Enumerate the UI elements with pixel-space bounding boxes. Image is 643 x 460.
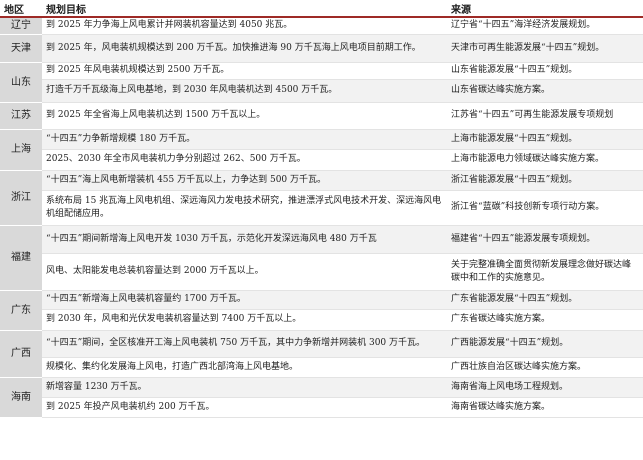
region-cell: 广东 [0,290,42,331]
region-cell: 天津 [0,34,42,63]
goal-cell: 到 2025 年全省海上风电装机达到 1500 万千瓦以上。 [42,102,447,130]
table-row: 打造千万千瓦级海上风电基地，到 2030 年风电装机达到 4500 万千瓦。 山东… [0,79,643,103]
table-row: 福建 “十四五”期间新增海上风电开发 1030 万千瓦，示范化开发深远海风电 48… [0,225,643,291]
goal-cell: 规模化、集约化发展海上风电，打造广西北部湾海上风电基地。 [42,357,447,378]
source-cell: 广东省能源发展“十四五”规划。 [447,290,643,310]
region-cell: 山东 [0,62,42,103]
source-cell: 关于完整准确全面贯彻新发展理念做好碳达峰碳中和工作的实施意见。 [447,253,643,291]
header-source: 来源 [447,0,643,18]
goal-cell: “十四五”期间新增海上风电开发 1030 万千瓦，示范化开发深远海风电 480 … [42,225,447,254]
region-cell: 海南 [0,377,42,418]
header-row: 地区 规划目标 来源 [0,0,643,18]
table-row: 山东到 2025 年风电装机规模达到 2500 万千瓦。 山东省能源发展“十四五”… [0,62,643,103]
goal-cell: 风电、太阳能发电总装机容量达到 2000 万千瓦以上。 [42,253,447,291]
source-cell: 山东省碳达峰实施方案。 [447,79,643,103]
table-row: 辽宁到 2025 年力争海上风电累计并网装机容量达到 4050 兆瓦。 辽宁省“十… [0,17,643,35]
source-cell: 山东省能源发展“十四五”规划。 [447,62,643,80]
source-cell: 浙江省“蓝碳”科技创新专项行动方案。 [447,190,643,226]
table-body: 辽宁到 2025 年力争海上风电累计并网装机容量达到 4050 兆瓦。 辽宁省“十… [0,17,643,418]
table-row: 海南 新增容量 1230 万千瓦。 海南省海上风电场工程规划。 [0,377,643,418]
table-row: 浙江 “十四五”海上风电新增装机 455 万千瓦以上，力争达到 500 万千瓦。浙… [0,170,643,226]
table-row: 系统布局 15 兆瓦海上风电机组、深远海风力发电技术研究，推进漂浮式风电技术开发… [0,190,643,226]
goal-cell: “十四五”期间，全区核准开工海上风电装机 750 万千瓦，其中力争新增并网装机 … [42,330,447,358]
region-cell: 广西 [0,330,42,378]
header-goal: 规划目标 [42,0,447,18]
table-row: 上海 “十四五”力争新增规模 180 万千瓦。 上海市能源发展“十四五”规划。 [0,129,643,171]
source-cell: 广东省碳达峰实施方案。 [447,309,643,331]
region-cell: 福建 [0,225,42,291]
table-header: 地区 规划目标 来源 [0,0,643,18]
table-row: 到 2025 年投产风电装机约 200 万千瓦。 海南省碳达峰实施方案。 [0,397,643,418]
goal-cell: 到 2025 年投产风电装机约 200 万千瓦。 [42,397,447,418]
table-row: 到 2030 年，风电和光伏发电装机容量达到 7400 万千瓦以上。 广东省碳达峰… [0,309,643,331]
goal-cell: “十四五”力争新增规模 180 万千瓦。 [42,129,447,150]
goal-cell: 打造千万千瓦级海上风电基地，到 2030 年风电装机达到 4500 万千瓦。 [42,79,447,103]
goal-cell: 到 2030 年，风电和光伏发电装机容量达到 7400 万千瓦以上。 [42,309,447,331]
table-row: 规模化、集约化发展海上风电，打造广西北部湾海上风电基地。 广西壮族自治区碳达峰实施… [0,357,643,378]
goal-cell: 新增容量 1230 万千瓦。 [42,377,447,398]
source-cell: 海南省碳达峰实施方案。 [447,397,643,418]
source-cell: 上海市能源发展“十四五”规划。 [447,129,643,150]
goal-cell: 到 2025 年风电装机规模达到 2500 万千瓦。 [42,62,447,80]
source-cell: 辽宁省“十四五”海洋经济发展规划。 [447,17,643,35]
source-cell: 江苏省“十四五”可再生能源发展专项规划 [447,102,643,130]
table-row: 天津到 2025 年，风电装机规模达到 200 万千瓦。加快推进海 90 万千瓦… [0,34,643,63]
table-row: 江苏到 2025 年全省海上风电装机达到 1500 万千瓦以上。 江苏省“十四五”… [0,102,643,130]
goal-cell: “十四五”海上风电新增装机 455 万千瓦以上，力争达到 500 万千瓦。 [42,170,447,191]
region-cell: 浙江 [0,170,42,226]
region-cell: 江苏 [0,102,42,130]
goal-cell: 系统布局 15 兆瓦海上风电机组、深远海风力发电技术研究，推进漂浮式风电技术开发… [42,190,447,226]
goal-cell: “十四五”新增海上风电装机容量约 1700 万千瓦。 [42,290,447,310]
table-row: 风电、太阳能发电总装机容量达到 2000 万千瓦以上。 关于完整准确全面贯彻新发展… [0,253,643,291]
wind-policy-table: 地区 规划目标 来源 辽宁到 2025 年力争海上风电累计并网装机容量达到 40… [0,0,643,418]
source-cell: 广西壮族自治区碳达峰实施方案。 [447,357,643,378]
table-row: 广西 “十四五”期间，全区核准开工海上风电装机 750 万千瓦，其中力争新增并网装… [0,330,643,378]
source-cell: 海南省海上风电场工程规划。 [447,377,643,398]
source-cell: 上海市能源电力领域碳达峰实施方案。 [447,149,643,171]
source-cell: 广西能源发展“十四五”规划。 [447,330,643,358]
source-cell: 天津市可再生能源发展“十四五”规划。 [447,34,643,63]
goal-cell: 到 2025 年，风电装机规模达到 200 万千瓦。加快推进海 90 万千瓦海上… [42,34,447,63]
source-cell: 福建省“十四五”能源发展专项规划。 [447,225,643,254]
region-cell: 辽宁 [0,17,42,35]
source-cell: 浙江省能源发展“十四五”规划。 [447,170,643,191]
region-cell: 上海 [0,129,42,171]
header-region: 地区 [0,0,42,18]
goal-cell: 2025、2030 年全市风电装机力争分别超过 262、500 万千瓦。 [42,149,447,171]
table-row: 2025、2030 年全市风电装机力争分别超过 262、500 万千瓦。 上海市能… [0,149,643,171]
goal-cell: 到 2025 年力争海上风电累计并网装机容量达到 4050 兆瓦。 [42,17,447,35]
table-row: 广东 “十四五”新增海上风电装机容量约 1700 万千瓦。 广东省能源发展“十四五”… [0,290,643,331]
